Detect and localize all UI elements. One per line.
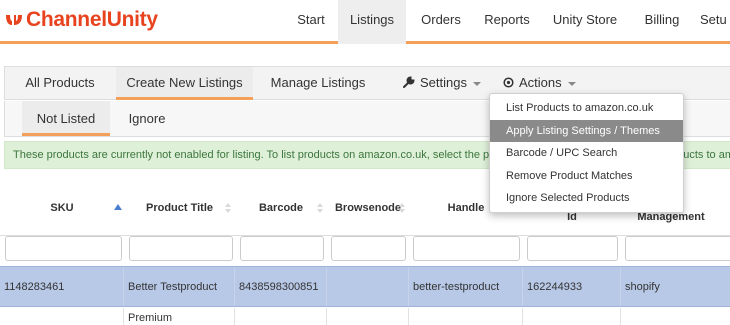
sort-icon [317, 203, 323, 213]
nav-billing[interactable]: Billing [636, 0, 688, 44]
column-header-browsenode[interactable]: Browsenode [327, 180, 409, 236]
menu-item-apply-listing-settings[interactable]: Apply Listing Settings / Themes [490, 119, 683, 142]
filter-input-id[interactable] [527, 236, 618, 261]
column-label: Browsenode [334, 202, 401, 214]
cell-browsenode [327, 308, 409, 325]
cell-handle [409, 308, 523, 325]
cell-handle: better-testproduct [409, 267, 523, 306]
column-filters [0, 236, 730, 264]
filter-input-browsenode[interactable] [331, 236, 406, 261]
cell-barcode [235, 308, 327, 325]
chevron-down-icon [472, 81, 481, 86]
app-logo[interactable]: ChannelUnity [4, 8, 158, 32]
settings-dropdown[interactable]: Settings [403, 67, 481, 100]
cell-product-title: Better Testproduct [124, 267, 235, 306]
filter-input-product-title[interactable] [129, 236, 233, 261]
top-nav-bar: ChannelUnity Start Listings Orders Repor… [0, 0, 730, 44]
cell-id [523, 308, 621, 325]
actions-menu: List Products to amazon.co.uk Apply List… [489, 93, 684, 213]
tab-all-products[interactable]: All Products [5, 67, 115, 100]
column-label: Handle [447, 202, 485, 214]
sort-icon [225, 203, 231, 213]
cell-inventory-management [621, 308, 730, 325]
cell-browsenode [327, 267, 409, 306]
menu-item-list-products[interactable]: List Products to amazon.co.uk [490, 97, 683, 120]
subtab-not-listed[interactable]: Not Listed [22, 101, 110, 136]
nav-unity-store[interactable]: Unity Store [548, 0, 622, 44]
column-header-sku[interactable]: SKU [0, 180, 124, 236]
column-label: SKU [50, 202, 74, 214]
cell-sku: 1148283461 [0, 267, 124, 306]
tab-manage-listings[interactable]: Manage Listings [254, 67, 382, 100]
nav-orders[interactable]: Orders [411, 0, 471, 44]
sort-ascending-icon [114, 204, 122, 210]
settings-label: Settings [420, 75, 467, 90]
column-header-barcode[interactable]: Barcode [235, 180, 327, 236]
actions-label: Actions [519, 75, 562, 90]
filter-input-inventory-management[interactable] [625, 236, 730, 261]
menu-item-barcode-search[interactable]: Barcode / UPC Search [490, 142, 683, 165]
filter-input-handle[interactable] [413, 236, 520, 261]
table-row[interactable]: Premium [0, 308, 730, 325]
sort-icon [399, 203, 405, 213]
nav-listings[interactable]: Listings [338, 0, 406, 44]
cell-inventory-management: shopify [625, 280, 660, 293]
app-name: ChannelUnity [26, 8, 158, 31]
nav-reports[interactable]: Reports [476, 0, 538, 44]
cell-product-title: Premium [124, 308, 235, 325]
cell-id: 162244933 [523, 267, 621, 306]
column-label: Product Title [145, 202, 214, 214]
cell-barcode: 8438598300851 [235, 267, 327, 306]
column-label: Barcode [258, 202, 304, 214]
menu-item-remove-product-matches[interactable]: Remove Product Matches [490, 165, 683, 188]
nav-setup[interactable]: Setu [700, 0, 730, 44]
menu-item-ignore-selected-products[interactable]: Ignore Selected Products [490, 187, 683, 210]
filter-input-barcode[interactable] [240, 236, 324, 261]
channelunity-logo-icon [4, 11, 24, 29]
filter-input-sku[interactable] [5, 236, 122, 261]
column-header-product-title[interactable]: Product Title [124, 180, 235, 236]
tab-create-new-listings[interactable]: Create New Listings [116, 67, 253, 100]
wrench-icon [403, 68, 415, 100]
cell-sku [0, 308, 124, 325]
chevron-down-icon [567, 81, 576, 86]
nav-start[interactable]: Start [284, 0, 338, 44]
table-row[interactable]: 1148283461 Better Testproduct 8438598300… [0, 266, 730, 307]
subtab-ignore[interactable]: Ignore [122, 101, 172, 136]
